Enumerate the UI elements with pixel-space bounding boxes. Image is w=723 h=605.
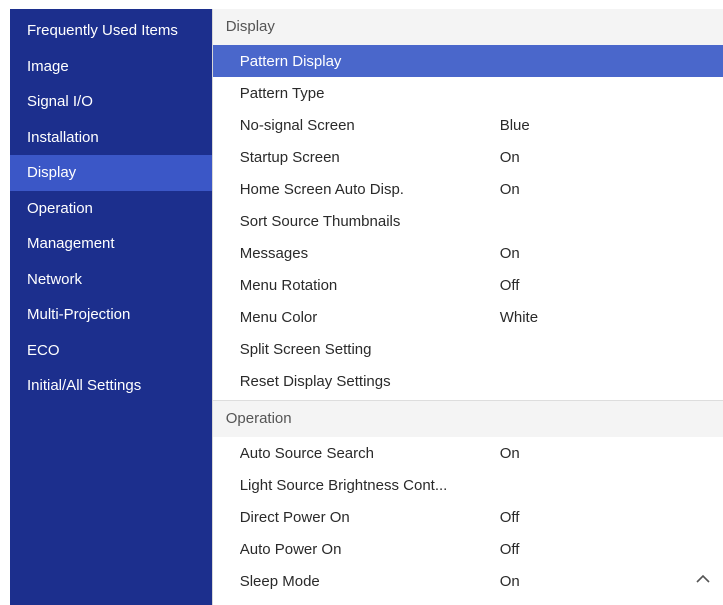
setting-value: On xyxy=(499,148,520,166)
setting-label: Pattern Display xyxy=(239,52,342,70)
setting-label: Auto Source Search xyxy=(239,444,374,462)
sidebar-item-initial-all-settings[interactable]: Initial/All Settings xyxy=(10,368,212,404)
setting-label: Split Screen Setting xyxy=(239,340,372,358)
setting-row-messages[interactable]: Messages On xyxy=(213,237,723,269)
sidebar-item-image[interactable]: Image xyxy=(10,49,212,85)
setting-label: No-signal Screen xyxy=(239,116,355,134)
setting-label: Sort Source Thumbnails xyxy=(239,212,401,230)
setting-label: Pattern Type xyxy=(239,84,325,102)
setting-value: On xyxy=(499,244,520,262)
sidebar-item-multi-projection[interactable]: Multi-Projection xyxy=(10,297,212,333)
setting-row-reset-display-settings[interactable]: Reset Display Settings xyxy=(213,365,723,397)
setting-row-startup-screen[interactable]: Startup Screen On xyxy=(213,141,723,173)
sidebar-item-installation[interactable]: Installation xyxy=(10,120,212,156)
setting-row-direct-power-on[interactable]: Direct Power On Off xyxy=(213,501,723,533)
display-settings-list: Pattern Display Pattern Type No-signal Scr… xyxy=(212,45,723,397)
setting-label: Direct Power On xyxy=(239,508,350,526)
setting-label: Sleep Mode xyxy=(239,572,320,590)
setting-label: Home Screen Auto Disp. xyxy=(239,180,404,198)
setting-row-no-signal-screen[interactable]: No-signal Screen Blue xyxy=(213,109,723,141)
setting-row-light-source-brightness-cont[interactable]: Light Source Brightness Cont... xyxy=(213,469,723,501)
sidebar-item-frequently-used-items[interactable]: Frequently Used Items xyxy=(10,13,212,49)
setting-value: Off xyxy=(499,508,520,526)
setting-value: Blue xyxy=(499,116,530,134)
setting-row-menu-color[interactable]: Menu Color White xyxy=(213,301,723,333)
setting-value: On xyxy=(499,572,520,590)
setting-row-home-screen-auto-disp[interactable]: Home Screen Auto Disp. On xyxy=(213,173,723,205)
section-header-operation: Operation xyxy=(212,400,723,437)
setting-value: Off xyxy=(499,540,520,558)
section-header-display: Display xyxy=(212,9,723,45)
setting-value: Off xyxy=(499,276,520,294)
setting-value: On xyxy=(499,444,520,462)
sidebar: Frequently Used Items Image Signal I/O Inst… xyxy=(10,9,212,605)
setting-label: Auto Power On xyxy=(239,540,342,558)
operation-settings-list: Auto Source Search On Light Source Brightn… xyxy=(213,437,723,597)
setting-row-menu-rotation[interactable]: Menu Rotation Off xyxy=(213,269,723,301)
sidebar-item-network[interactable]: Network xyxy=(10,262,212,298)
setting-row-split-screen-setting[interactable]: Split Screen Setting xyxy=(213,333,723,365)
setting-row-sort-source-thumbnails[interactable]: Sort Source Thumbnails xyxy=(213,205,723,237)
setting-label: Reset Display Settings xyxy=(239,372,391,390)
sidebar-item-management[interactable]: Management xyxy=(10,226,212,262)
setting-label: Menu Rotation xyxy=(239,276,338,294)
setting-value: White xyxy=(499,308,539,326)
sidebar-item-display[interactable]: Display xyxy=(10,155,212,191)
setting-label: Light Source Brightness Cont... xyxy=(239,476,448,494)
menu-window: Frequently Used Items Image Signal I/O Inst… xyxy=(10,9,723,605)
setting-row-auto-source-search[interactable]: Auto Source Search On xyxy=(213,437,723,469)
setting-row-sleep-mode[interactable]: Sleep Mode On xyxy=(213,565,723,597)
setting-label: Messages xyxy=(239,244,309,262)
setting-label: Startup Screen xyxy=(239,148,340,166)
setting-row-auto-power-on[interactable]: Auto Power On Off xyxy=(213,533,723,565)
setting-row-pattern-display[interactable]: Pattern Display xyxy=(212,45,723,77)
setting-label: Menu Color xyxy=(239,308,318,326)
setting-row-pattern-type[interactable]: Pattern Type xyxy=(213,77,723,109)
setting-value: On xyxy=(499,180,520,198)
sidebar-item-eco[interactable]: ECO xyxy=(10,333,212,369)
chevron-up-icon[interactable] xyxy=(695,572,711,586)
sidebar-item-signal-i-o[interactable]: Signal I/O xyxy=(10,84,212,120)
sidebar-item-operation[interactable]: Operation xyxy=(10,191,212,227)
settings-panel: Display Pattern Display Pattern Type No-si… xyxy=(211,9,723,605)
